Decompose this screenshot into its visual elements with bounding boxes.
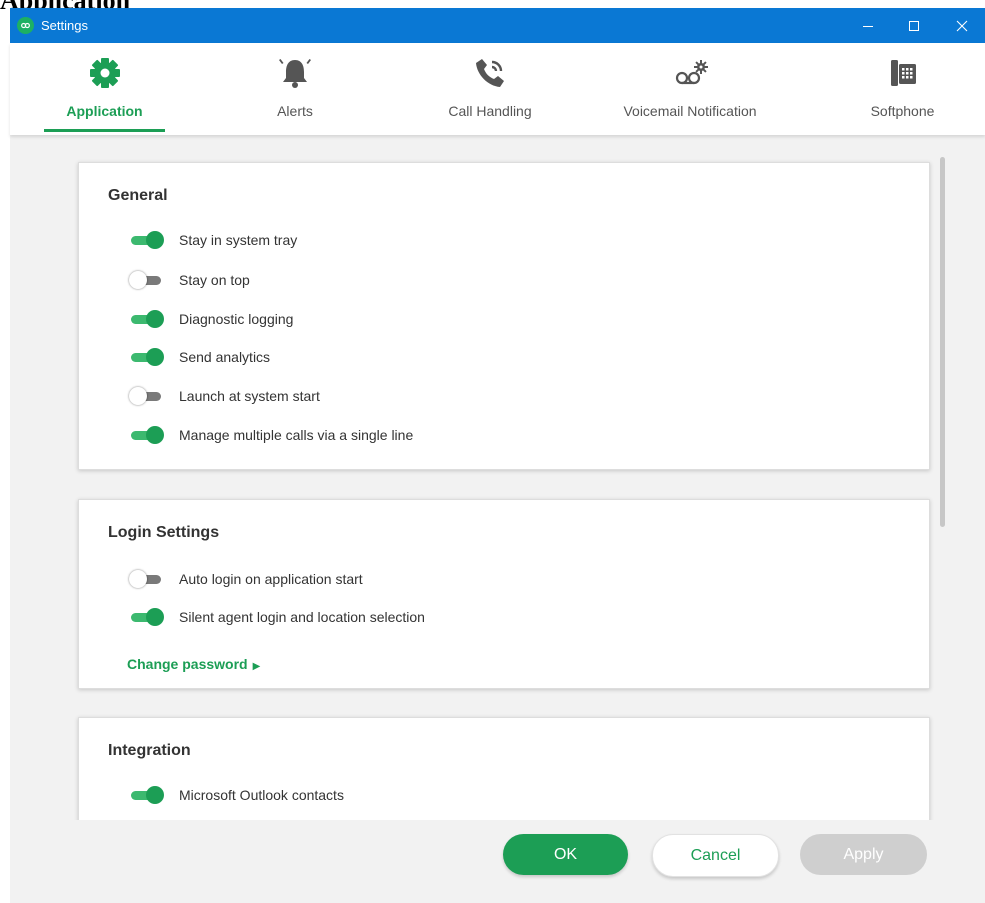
- tab-softphone[interactable]: Softphone: [850, 43, 955, 135]
- silent-agent-login-toggle[interactable]: [129, 607, 166, 627]
- setting-row: Stay on top: [129, 269, 250, 291]
- setting-label: Diagnostic logging: [179, 311, 294, 327]
- gear-icon: [85, 55, 125, 91]
- launch-at-system-start-toggle[interactable]: [129, 386, 166, 406]
- diagnostic-logging-toggle[interactable]: [129, 309, 166, 329]
- setting-row: Send analytics: [129, 346, 270, 368]
- stay-in-system-tray-toggle[interactable]: [129, 230, 166, 250]
- caret-right-icon: ▶: [252, 661, 261, 672]
- tab-alerts[interactable]: Alerts: [240, 43, 350, 135]
- dialog-footer: OK Cancel Apply: [10, 820, 985, 903]
- setting-label: Stay on top: [179, 272, 250, 288]
- manage-multiple-calls-toggle[interactable]: [129, 425, 166, 445]
- tab-label: Alerts: [277, 103, 313, 119]
- setting-row: Diagnostic logging: [129, 308, 293, 330]
- integration-card: Integration Microsoft Outlook contacts: [78, 717, 930, 820]
- cancel-button[interactable]: Cancel: [652, 834, 779, 877]
- window-title: Settings: [41, 18, 88, 33]
- maximize-icon: [909, 20, 919, 31]
- section-title: Login Settings: [108, 524, 220, 541]
- send-analytics-toggle[interactable]: [129, 347, 166, 367]
- voicemail-icon: [670, 55, 710, 91]
- settings-window: Settings Application Alerts Call Handlin…: [10, 8, 985, 903]
- scrollbar-thumb[interactable]: [940, 157, 945, 527]
- section-title: Integration: [108, 742, 191, 759]
- tab-label: Application: [66, 103, 143, 119]
- settings-content: General Stay in system tray Stay on top …: [10, 135, 985, 820]
- outlook-contacts-toggle[interactable]: [129, 785, 166, 805]
- tab-label: Voicemail Notification: [623, 103, 757, 119]
- setting-label: Launch at system start: [179, 388, 320, 404]
- tab-label: Call Handling: [448, 103, 532, 119]
- link-label: Change password: [127, 656, 248, 672]
- tab-voicemail-notification[interactable]: Voicemail Notification: [600, 43, 780, 135]
- app-logo-icon: [17, 17, 34, 34]
- login-settings-card: Login Settings Auto login on application…: [78, 499, 930, 689]
- ok-button[interactable]: OK: [503, 834, 628, 875]
- desk-phone-icon: [883, 55, 923, 91]
- stay-on-top-toggle[interactable]: [129, 270, 166, 290]
- minimize-icon: [863, 25, 873, 27]
- bell-icon: [275, 55, 315, 91]
- setting-label: Auto login on application start: [179, 571, 363, 587]
- general-card: General Stay in system tray Stay on top …: [78, 162, 930, 470]
- setting-row: Microsoft Outlook contacts: [129, 784, 344, 806]
- settings-tabs: Application Alerts Call Handling Voicema…: [10, 43, 985, 135]
- change-password-link[interactable]: Change password ▶: [127, 656, 260, 672]
- setting-label: Microsoft Outlook contacts: [179, 787, 344, 803]
- auto-login-toggle[interactable]: [129, 569, 166, 589]
- maximize-button[interactable]: [891, 8, 937, 43]
- setting-label: Silent agent login and location selectio…: [179, 609, 425, 625]
- close-button[interactable]: [939, 8, 985, 43]
- setting-label: Stay in system tray: [179, 232, 298, 248]
- close-icon: [956, 20, 968, 31]
- setting-row: Auto login on application start: [129, 568, 363, 590]
- setting-row: Stay in system tray: [129, 229, 297, 251]
- tab-call-handling[interactable]: Call Handling: [425, 43, 555, 135]
- setting-row: Launch at system start: [129, 385, 320, 407]
- title-bar: Settings: [10, 8, 985, 43]
- tab-application[interactable]: Application: [44, 43, 165, 135]
- setting-label: Send analytics: [179, 349, 271, 365]
- setting-row: Manage multiple calls via a single line: [129, 424, 413, 446]
- section-title: General: [108, 187, 168, 204]
- tab-label: Softphone: [870, 103, 935, 119]
- phone-icon: [470, 55, 510, 91]
- apply-button[interactable]: Apply: [800, 834, 927, 875]
- setting-row: Silent agent login and location selectio…: [129, 606, 425, 628]
- active-tab-indicator: [44, 129, 165, 132]
- minimize-button[interactable]: [845, 8, 891, 43]
- setting-label: Manage multiple calls via a single line: [179, 427, 414, 443]
